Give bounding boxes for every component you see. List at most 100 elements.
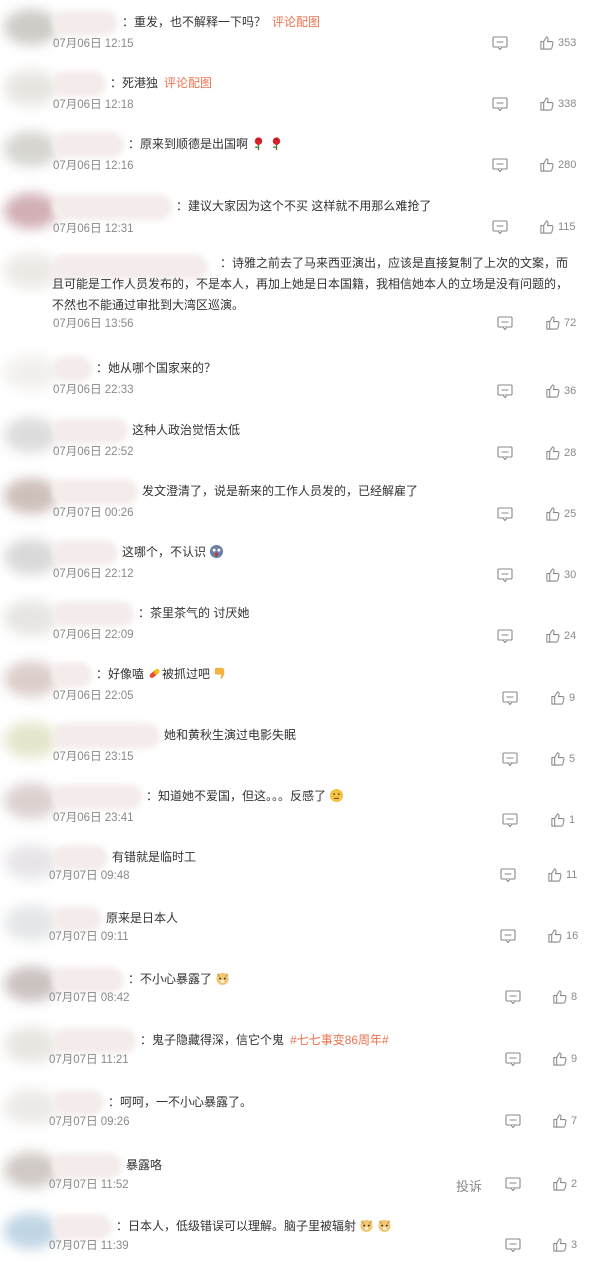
comment-icon[interactable]: [502, 813, 518, 828]
username-blurred[interactable]: [52, 662, 92, 688]
comment-icon[interactable]: [505, 990, 521, 1005]
avatar[interactable]: [4, 661, 58, 697]
comment-text: ：呵呵，一不小心暴露了。: [108, 1092, 252, 1113]
comment-icon[interactable]: [505, 1177, 521, 1192]
thumbs-up-icon: [546, 384, 560, 398]
comment-body: ：鬼子隐藏得深，信它个鬼: [140, 1033, 285, 1047]
like-button[interactable]: 72: [545, 315, 576, 330]
username-blurred[interactable]: [52, 194, 172, 220]
avatar[interactable]: [4, 722, 58, 758]
comment-icon[interactable]: [500, 929, 516, 944]
comment-icon[interactable]: [492, 158, 508, 173]
comment-text: ：日本人，低级错误可以理解。脑子里被辐射: [116, 1216, 392, 1237]
thinking-emoji-icon: [329, 788, 344, 803]
username-blurred[interactable]: [52, 601, 134, 627]
comment-item: ：不小心暴露了 07月07日 08:42 8: [0, 960, 600, 1020]
avatar[interactable]: [4, 539, 58, 575]
comment-icon[interactable]: [502, 691, 518, 706]
doge-emoji-icon: [215, 971, 230, 986]
comment-body-cont: 被抓过吧: [162, 667, 211, 681]
like-button[interactable]: 25: [545, 506, 576, 521]
avatar[interactable]: [4, 600, 58, 636]
comment-text: 暴露咯: [126, 1155, 162, 1176]
like-button[interactable]: 338: [539, 96, 576, 111]
comment-text: 这哪个，不认识: [122, 542, 224, 563]
comment-icon[interactable]: [500, 868, 516, 883]
comment-item: ：呵呵，一不小心暴露了。 07月07日 09:26 7: [0, 1083, 600, 1143]
username-blurred[interactable]: [52, 132, 124, 158]
avatar[interactable]: [4, 193, 58, 229]
like-button[interactable]: 2: [552, 1176, 577, 1191]
avatar[interactable]: [4, 783, 58, 819]
comment-body: 暴露咯: [126, 1158, 163, 1172]
comment-icon[interactable]: [492, 220, 508, 235]
comment-text: ：重发，也不解释一下吗？ 评论配图: [122, 12, 320, 33]
rose-emoji-icon: [269, 136, 284, 151]
comment-icon[interactable]: [492, 36, 508, 51]
comment-icon[interactable]: [497, 316, 513, 331]
like-button[interactable]: 5: [550, 751, 575, 766]
comment-body: 发文澄清了，说是新来的工作人员发的，已经解雇了: [142, 484, 419, 498]
like-button[interactable]: 3: [552, 1237, 577, 1252]
comment-image-link[interactable]: 评论配图: [164, 76, 212, 90]
like-button[interactable]: 9: [550, 690, 575, 705]
avatar[interactable]: [4, 253, 58, 289]
username-blurred[interactable]: [52, 10, 118, 36]
timestamp: 07月07日 11:39: [49, 1240, 129, 1252]
timestamp: 07月07日 11:21: [49, 1054, 129, 1066]
comment-body: 有错就是临时工: [112, 850, 197, 864]
comment-icon[interactable]: [502, 752, 518, 767]
like-button[interactable]: 36: [545, 383, 576, 398]
comment-icon[interactable]: [497, 629, 513, 644]
like-button[interactable]: 24: [545, 628, 576, 643]
thumbs-up-icon: [546, 568, 560, 582]
like-button[interactable]: 280: [539, 157, 576, 172]
avatar[interactable]: [4, 131, 58, 167]
like-count: 1: [569, 813, 576, 826]
avatar[interactable]: [4, 355, 58, 391]
comment-icon[interactable]: [505, 1238, 521, 1253]
comment-image-link[interactable]: 评论配图: [272, 15, 320, 29]
like-count: 28: [564, 446, 577, 459]
like-button[interactable]: 1: [550, 812, 575, 827]
avatar[interactable]: [4, 70, 58, 106]
like-button[interactable]: 28: [545, 445, 576, 460]
comment-icon[interactable]: [505, 1052, 521, 1067]
comment-item: ：她从哪个国家来的？ 07月06日 22:33 36: [0, 349, 600, 409]
like-button[interactable]: 8: [552, 989, 577, 1004]
report-button[interactable]: 投诉: [456, 1176, 482, 1195]
comment-icon[interactable]: [497, 446, 513, 461]
like-count: 115: [558, 220, 576, 233]
username-blurred[interactable]: [52, 723, 160, 749]
avatar[interactable]: [4, 9, 58, 45]
avatar[interactable]: [4, 417, 58, 453]
like-button[interactable]: 16: [547, 928, 578, 943]
username-blurred[interactable]: [52, 71, 106, 97]
username-blurred[interactable]: [52, 784, 142, 810]
timestamp: 07月07日 08:42: [49, 992, 130, 1004]
avatar[interactable]: [4, 478, 58, 514]
comment-body: ：不小心暴露了: [128, 972, 213, 986]
comment-icon[interactable]: [505, 1114, 521, 1129]
like-button[interactable]: 11: [547, 867, 577, 882]
like-button[interactable]: 9: [552, 1051, 577, 1066]
pill-emoji-icon: [147, 666, 162, 681]
username-blurred[interactable]: [52, 418, 128, 444]
like-count: 280: [558, 158, 577, 171]
thumbs-up-icon: [540, 97, 554, 111]
comment-icon[interactable]: [497, 507, 513, 522]
hashtag-link[interactable]: #七七事变86周年#: [290, 1033, 389, 1047]
comment-icon[interactable]: [492, 97, 508, 112]
username-blurred[interactable]: [52, 356, 92, 382]
comment-text: ：诗雅之前去了马来西亚演出，应该是直接复制了上次的文案，而且可能是工作人员发布的…: [52, 253, 577, 316]
comment-icon[interactable]: [497, 384, 513, 399]
timestamp: 07月07日 09:48: [49, 870, 130, 882]
like-button[interactable]: 7: [552, 1113, 577, 1128]
username-blurred[interactable]: [52, 540, 118, 566]
like-button[interactable]: 353: [539, 35, 576, 50]
like-button[interactable]: 115: [539, 219, 576, 234]
username-blurred[interactable]: [52, 479, 138, 505]
thumbs-up-icon: [551, 813, 565, 827]
like-button[interactable]: 30: [545, 567, 576, 582]
comment-icon[interactable]: [497, 568, 513, 583]
